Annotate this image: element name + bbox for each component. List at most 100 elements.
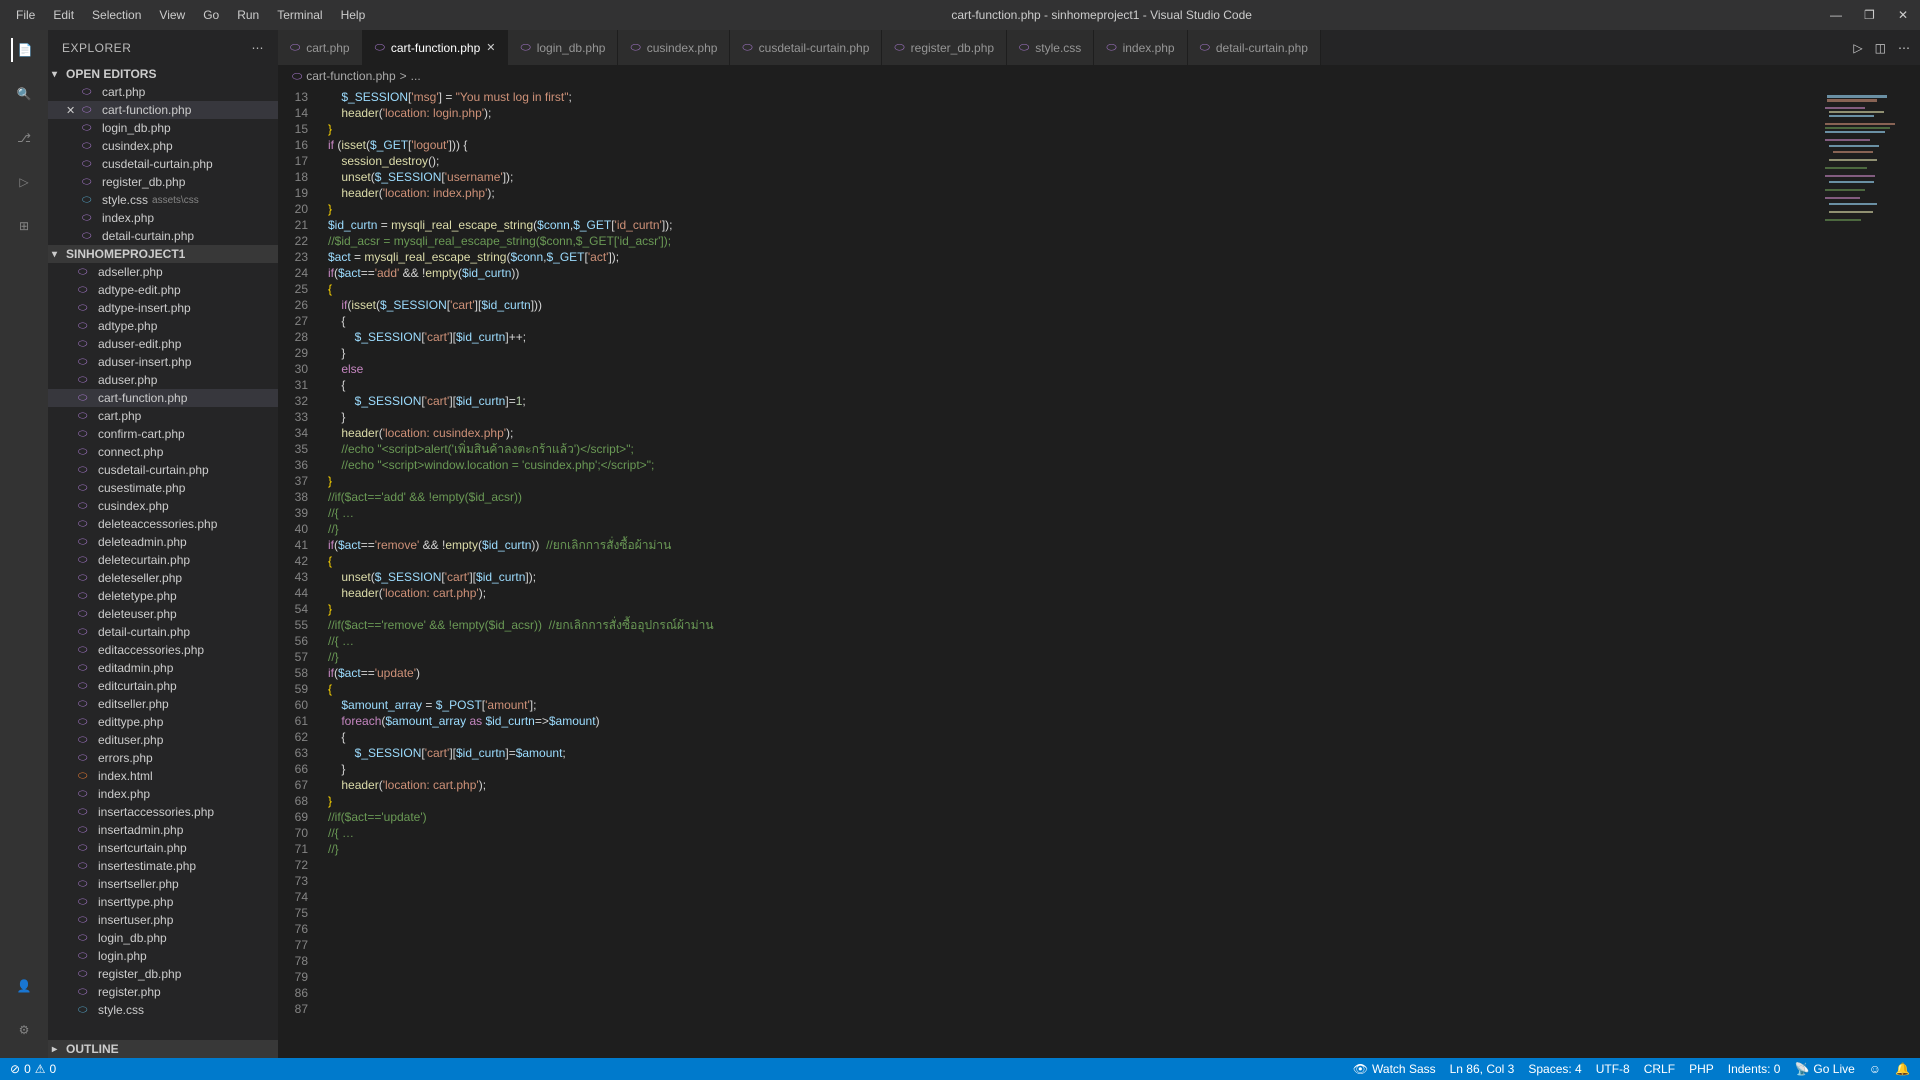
status-encoding[interactable]: UTF-8: [1596, 1062, 1630, 1076]
breadcrumb[interactable]: ⬭ cart-function.php > ...: [278, 65, 1920, 87]
outline-section[interactable]: ▸ OUTLINE: [48, 1040, 278, 1058]
extensions-icon[interactable]: ⊞: [12, 214, 36, 238]
menu-run[interactable]: Run: [229, 4, 267, 26]
status-errors[interactable]: ⊘ 0 ⚠ 0: [10, 1062, 56, 1076]
open-editor-item[interactable]: ⬭login_db.php: [48, 119, 278, 137]
search-icon[interactable]: 🔍: [12, 82, 36, 106]
file-item[interactable]: ⬭deletetype.php: [48, 587, 278, 605]
file-item[interactable]: ⬭editaccessories.php: [48, 641, 278, 659]
file-item[interactable]: ⬭login_db.php: [48, 929, 278, 947]
close-icon[interactable]: ✕: [486, 41, 495, 54]
file-item[interactable]: ⬭index.php: [48, 785, 278, 803]
file-item[interactable]: ⬭register_db.php: [48, 965, 278, 983]
file-item[interactable]: ⬭insertseller.php: [48, 875, 278, 893]
file-item[interactable]: ⬭cusdetail-curtain.php: [48, 461, 278, 479]
open-editor-item[interactable]: ⬭cusdetail-curtain.php: [48, 155, 278, 173]
file-item[interactable]: ⬭deleteaccessories.php: [48, 515, 278, 533]
file-item[interactable]: ⬭adtype-insert.php: [48, 299, 278, 317]
split-editor-icon[interactable]: ◫: [1875, 41, 1886, 55]
status-lncol[interactable]: Ln 86, Col 3: [1450, 1062, 1515, 1076]
status-eol[interactable]: CRLF: [1644, 1062, 1675, 1076]
status-bell-icon[interactable]: 🔔: [1895, 1062, 1910, 1076]
open-editors-section[interactable]: ▾ OPEN EDITORS: [48, 65, 278, 83]
file-item[interactable]: ⬭deleteseller.php: [48, 569, 278, 587]
menu-go[interactable]: Go: [195, 4, 227, 26]
file-item[interactable]: ⬭confirm-cart.php: [48, 425, 278, 443]
more-icon[interactable]: ⋯: [252, 41, 265, 55]
file-item[interactable]: ⬭adtype-edit.php: [48, 281, 278, 299]
tab[interactable]: ⬭index.php: [1094, 30, 1187, 65]
file-item[interactable]: ⬭login.php: [48, 947, 278, 965]
file-item[interactable]: ⬭index.html: [48, 767, 278, 785]
project-section[interactable]: ▾ SINHOMEPROJECT1: [48, 245, 278, 263]
file-item[interactable]: ⬭cart.php: [48, 407, 278, 425]
open-editor-item[interactable]: ⬭cart.php: [48, 83, 278, 101]
file-item[interactable]: ⬭insertadmin.php: [48, 821, 278, 839]
file-item[interactable]: ⬭errors.php: [48, 749, 278, 767]
open-editor-item[interactable]: ✕⬭cart-function.php: [48, 101, 278, 119]
file-item[interactable]: ⬭editadmin.php: [48, 659, 278, 677]
status-watch-sass[interactable]: 👁 Watch Sass: [1353, 1062, 1436, 1076]
tab[interactable]: ⬭detail-curtain.php: [1188, 30, 1321, 65]
file-item[interactable]: ⬭insertcurtain.php: [48, 839, 278, 857]
close-icon[interactable]: ✕: [66, 104, 80, 117]
minimize-icon[interactable]: —: [1830, 8, 1844, 22]
file-item[interactable]: ⬭insertaccessories.php: [48, 803, 278, 821]
file-item[interactable]: ⬭adseller.php: [48, 263, 278, 281]
menu-edit[interactable]: Edit: [45, 4, 82, 26]
tab[interactable]: ⬭cusindex.php: [618, 30, 730, 65]
tab[interactable]: ⬭login_db.php: [508, 30, 618, 65]
open-editor-item[interactable]: ⬭detail-curtain.php: [48, 227, 278, 245]
menu-view[interactable]: View: [151, 4, 193, 26]
file-item[interactable]: ⬭deleteadmin.php: [48, 533, 278, 551]
tab[interactable]: ⬭style.css: [1007, 30, 1094, 65]
explorer-icon[interactable]: 📄: [11, 38, 35, 62]
tab[interactable]: ⬭register_db.php: [882, 30, 1007, 65]
menu-terminal[interactable]: Terminal: [269, 4, 330, 26]
code-editor[interactable]: 1314151617181920212223242526272829303132…: [278, 87, 1920, 1058]
file-item[interactable]: ⬭style.css: [48, 1001, 278, 1019]
status-feedback-icon[interactable]: ☺: [1869, 1062, 1881, 1076]
menu-help[interactable]: Help: [333, 4, 374, 26]
file-item[interactable]: ⬭register.php: [48, 983, 278, 1001]
file-item[interactable]: ⬭edittype.php: [48, 713, 278, 731]
file-item[interactable]: ⬭editseller.php: [48, 695, 278, 713]
minimap[interactable]: [1820, 87, 1920, 1058]
menu-selection[interactable]: Selection: [84, 4, 149, 26]
status-indents[interactable]: Indents: 0: [1728, 1062, 1781, 1076]
status-golive[interactable]: 📡 Go Live: [1794, 1062, 1854, 1076]
file-item[interactable]: ⬭cusindex.php: [48, 497, 278, 515]
tab[interactable]: ⬭cart-function.php✕: [363, 30, 509, 65]
file-item[interactable]: ⬭cusestimate.php: [48, 479, 278, 497]
more-actions-icon[interactable]: ⋯: [1898, 41, 1910, 55]
settings-icon[interactable]: ⚙: [12, 1018, 36, 1042]
file-item[interactable]: ⬭editcurtain.php: [48, 677, 278, 695]
open-editor-item[interactable]: ⬭cusindex.php: [48, 137, 278, 155]
file-item[interactable]: ⬭cart-function.php: [48, 389, 278, 407]
file-item[interactable]: ⬭aduser-insert.php: [48, 353, 278, 371]
maximize-icon[interactable]: ❐: [1864, 8, 1878, 22]
file-item[interactable]: ⬭deletecurtain.php: [48, 551, 278, 569]
file-item[interactable]: ⬭aduser.php: [48, 371, 278, 389]
open-editor-item[interactable]: ⬭style.cssassets\css: [48, 191, 278, 209]
file-item[interactable]: ⬭connect.php: [48, 443, 278, 461]
file-item[interactable]: ⬭detail-curtain.php: [48, 623, 278, 641]
open-editor-item[interactable]: ⬭index.php: [48, 209, 278, 227]
close-icon[interactable]: ✕: [1898, 8, 1912, 22]
run-icon[interactable]: ▷: [1853, 41, 1862, 55]
tab[interactable]: ⬭cart.php: [278, 30, 363, 65]
tab[interactable]: ⬭cusdetail-curtain.php: [730, 30, 882, 65]
file-item[interactable]: ⬭inserttype.php: [48, 893, 278, 911]
account-icon[interactable]: 👤: [12, 974, 36, 998]
open-editor-item[interactable]: ⬭register_db.php: [48, 173, 278, 191]
file-item[interactable]: ⬭adtype.php: [48, 317, 278, 335]
file-item[interactable]: ⬭insertuser.php: [48, 911, 278, 929]
run-debug-icon[interactable]: ▷: [12, 170, 36, 194]
source-control-icon[interactable]: ⎇: [12, 126, 36, 150]
status-spaces[interactable]: Spaces: 4: [1528, 1062, 1581, 1076]
file-item[interactable]: ⬭aduser-edit.php: [48, 335, 278, 353]
file-item[interactable]: ⬭insertestimate.php: [48, 857, 278, 875]
file-item[interactable]: ⬭edituser.php: [48, 731, 278, 749]
status-lang[interactable]: PHP: [1689, 1062, 1714, 1076]
menu-file[interactable]: File: [8, 4, 43, 26]
